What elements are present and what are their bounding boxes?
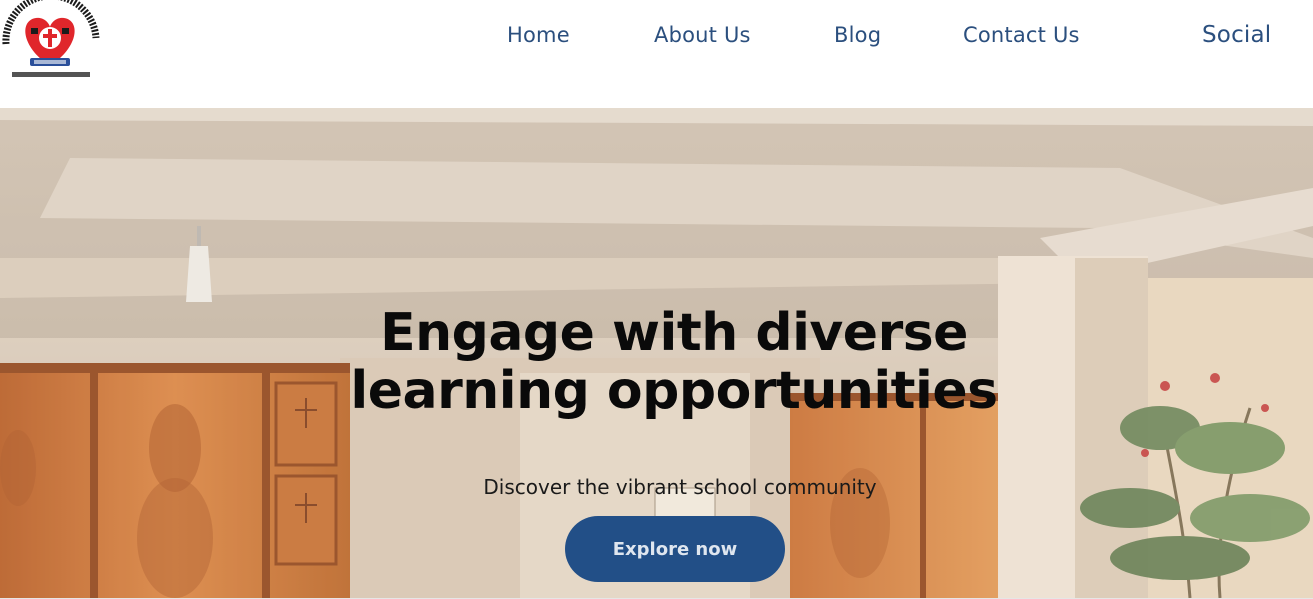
hero-section: Engage with diverse learning opportuniti… — [0, 108, 1313, 598]
nav-home[interactable]: Home — [507, 23, 570, 47]
hero-title: Engage with diverse learning opportuniti… — [306, 304, 1042, 420]
site-header: Home About Us Blog Contact Us Social — [0, 0, 1313, 108]
hero-title-line2: learning opportunities — [350, 361, 998, 421]
nav-social[interactable]: Social — [1202, 22, 1271, 48]
explore-now-button[interactable]: Explore now — [565, 516, 785, 582]
main-nav: Home About Us Blog Contact Us Social — [0, 0, 1313, 76]
hero-subtitle: Discover the vibrant school community — [483, 475, 877, 499]
hero-title-line1: Engage with diverse — [380, 303, 968, 363]
nav-blog[interactable]: Blog — [834, 23, 881, 47]
nav-contact-us[interactable]: Contact Us — [963, 23, 1080, 47]
nav-about-us[interactable]: About Us — [654, 23, 751, 47]
